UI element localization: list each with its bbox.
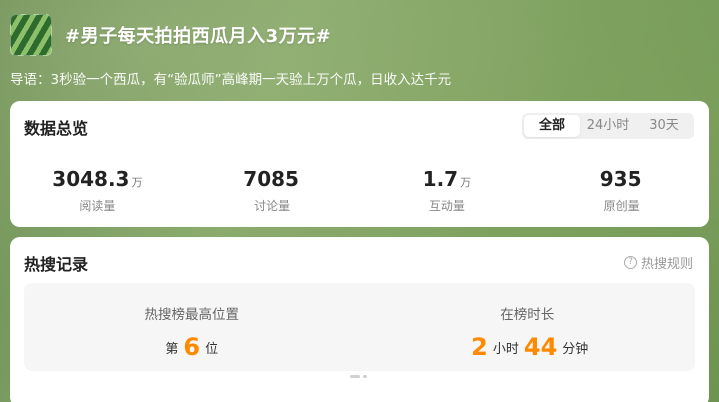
hot-rules-label: 热搜规则: [640, 257, 693, 272]
hot-rules-link[interactable]: ? 热搜规则: [623, 253, 693, 272]
tab-30d[interactable]: 30天: [636, 115, 692, 137]
stat-unit: 万: [460, 176, 472, 189]
question-icon: ?: [623, 256, 637, 269]
duration-value-line: 2 小时 44 分钟: [360, 333, 696, 361]
overview-card: 数据总览 全部 24小时 30天 3048.3 万 阅读量 7085 讨论量 1.…: [10, 101, 709, 227]
stat-value: 3048.3 万: [52, 167, 143, 191]
stat-interactions: 1.7 万 互动量: [360, 167, 535, 214]
topic-header: #男子每天拍拍西瓜月入3万元#: [10, 12, 709, 58]
hot-search-title: 热搜记录: [24, 255, 89, 274]
duration-hours: 2: [471, 333, 488, 361]
topic-title: #男子每天拍拍西瓜月入3万元#: [65, 26, 332, 47]
stat-discussions: 7085 讨论量: [185, 167, 360, 214]
pager-dot-active[interactable]: [350, 375, 360, 378]
duration-label: 在榜时长: [500, 307, 555, 323]
peak-suffix: 位: [205, 342, 219, 357]
time-on-list: 在榜时长 2 小时 44 分钟: [360, 283, 696, 371]
stat-originals: 935 原创量: [534, 167, 709, 214]
stat-unit: 万: [131, 176, 143, 189]
peak-value-line: 第6位: [24, 333, 360, 361]
stat-label: 原创量: [603, 199, 640, 213]
carousel-pager: [350, 375, 367, 378]
duration-hours-unit: 小时: [492, 342, 519, 357]
stat-value: 1.7 万: [422, 167, 472, 191]
peak-position: 热搜榜最高位置 第6位: [24, 283, 360, 371]
stat-reads: 3048.3 万 阅读量: [10, 167, 185, 214]
topic-thumbnail: [10, 14, 52, 56]
stat-value: 935: [599, 167, 642, 191]
tab-all[interactable]: 全部: [524, 115, 580, 137]
duration-minutes-unit: 分钟: [562, 342, 589, 357]
tab-24h[interactable]: 24小时: [580, 115, 636, 137]
hot-search-panel: 热搜榜最高位置 第6位 在榜时长 2 小时 44 分钟: [24, 283, 695, 371]
stat-label: 阅读量: [79, 199, 116, 213]
peak-prefix: 第: [165, 342, 179, 357]
hot-search-card: 热搜记录 ? 热搜规则 热搜榜最高位置 第6位 在榜时长 2 小时 44 分钟: [10, 237, 709, 402]
stats-row: 3048.3 万 阅读量 7085 讨论量 1.7 万 互动量 935 原创量: [10, 167, 709, 214]
topic-intro: 导语：3秒验一个西瓜，有“验瓜师”高峰期一天验上万个瓜，日收入达千元: [10, 72, 452, 88]
overview-title: 数据总览: [24, 119, 89, 138]
range-tabs: 全部 24小时 30天: [522, 113, 694, 139]
duration-minutes: 44: [523, 333, 558, 361]
stat-value: 7085: [243, 167, 299, 191]
pager-dot[interactable]: [363, 375, 367, 378]
peak-value: 6: [183, 333, 201, 361]
stat-label: 互动量: [428, 199, 465, 213]
peak-label: 热搜榜最高位置: [144, 307, 240, 323]
stat-label: 讨论量: [254, 199, 291, 213]
